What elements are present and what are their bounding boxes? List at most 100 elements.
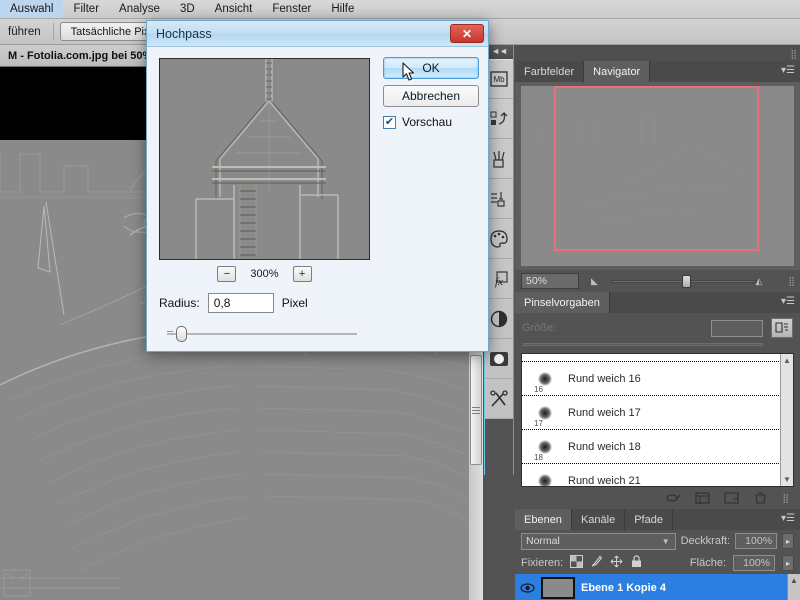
brush-list-item[interactable]: 17 Rund weich 17 bbox=[522, 396, 793, 430]
fill-field[interactable]: 100% bbox=[733, 555, 775, 571]
close-icon[interactable]: ✕ bbox=[450, 24, 484, 43]
brush-list-item[interactable]: 21 Rund weich 21 bbox=[522, 464, 793, 486]
run-action-label[interactable]: führen bbox=[2, 26, 47, 38]
brush-list-partial-row bbox=[522, 354, 793, 362]
dialog-body: − 300% + Radius: 0,8 Pixel OK Abbrechen … bbox=[147, 47, 488, 353]
brush-size-number: 17 bbox=[534, 419, 543, 428]
radius-slider[interactable] bbox=[159, 325, 359, 343]
brush-list-item[interactable]: 18 Rund weich 18 bbox=[522, 430, 793, 464]
brushes-resize-grip[interactable]: ⣿ bbox=[782, 493, 789, 504]
menu-item-filter[interactable]: Filter bbox=[63, 0, 109, 18]
lock-position-icon[interactable] bbox=[610, 555, 623, 571]
layers-scrollbar[interactable]: ▲ bbox=[787, 574, 800, 600]
new-brush-icon[interactable] bbox=[724, 491, 739, 505]
brushes-panel-body: Größe: 16 Rund weich 16 17 Rund weich 17 bbox=[515, 313, 800, 509]
dock-item-masks[interactable] bbox=[485, 339, 513, 379]
dock-item-tools[interactable] bbox=[485, 379, 513, 419]
dock-item-brush[interactable] bbox=[485, 139, 513, 179]
opacity-field[interactable]: 100% bbox=[735, 533, 778, 549]
navigator-view-box[interactable] bbox=[554, 86, 759, 251]
open-preset-manager-icon[interactable] bbox=[695, 491, 710, 505]
cancel-button[interactable]: Abbrechen bbox=[383, 85, 479, 107]
brush-size-label: Größe: bbox=[522, 322, 557, 334]
clone-source-icon bbox=[488, 188, 510, 210]
layer-visibility-eye-icon[interactable] bbox=[519, 580, 535, 596]
brush-flip-icon[interactable] bbox=[771, 318, 793, 338]
brush-size-slider[interactable] bbox=[515, 343, 800, 353]
document-tab[interactable]: M - Fotolia.com.jpg bei 50% bbox=[0, 45, 162, 67]
brush-list-item[interactable]: 16 Rund weich 16 bbox=[522, 362, 793, 396]
lock-image-icon[interactable] bbox=[590, 555, 603, 571]
scroll-down-arrow-icon[interactable]: ▼ bbox=[783, 475, 791, 484]
layer-thumbnail[interactable] bbox=[541, 576, 575, 599]
tab-pinselvorgaben[interactable]: Pinselvorgaben bbox=[515, 292, 610, 313]
menu-item-ansicht[interactable]: Ansicht bbox=[205, 0, 263, 18]
scroll-up-arrow-icon[interactable]: ▲ bbox=[783, 356, 791, 365]
tabstrip-filler bbox=[650, 61, 800, 82]
menu-item-auswahl[interactable]: Auswahl bbox=[0, 0, 64, 18]
layers-lock-row: Fixieren: Fläche: 100% ▸ bbox=[515, 552, 800, 574]
zoom-slider-knob[interactable] bbox=[681, 274, 691, 288]
dock-item-styles[interactable]: fx bbox=[485, 259, 513, 299]
dialog-preview[interactable] bbox=[159, 58, 370, 260]
navigator-zoom-slider[interactable]: ◣ ◭ bbox=[585, 273, 782, 289]
navigator-resize-grip[interactable]: ⣿ bbox=[788, 276, 795, 287]
navigator-footer: 50% ◣ ◭ ⣿ bbox=[515, 270, 800, 292]
menu-item-hilfe[interactable]: Hilfe bbox=[321, 0, 364, 18]
layer-row[interactable]: Ebene 1 Kopie 4 ▲ bbox=[515, 574, 800, 600]
brush-size-number: 18 bbox=[534, 453, 543, 462]
menu-item-fenster[interactable]: Fenster bbox=[262, 0, 321, 18]
dock-item-history[interactable] bbox=[485, 99, 513, 139]
fill-stepper[interactable]: ▸ bbox=[782, 555, 794, 571]
radius-input[interactable]: 0,8 bbox=[207, 293, 274, 313]
brush-icon bbox=[488, 148, 510, 170]
preview-checkbox-row[interactable]: ✔ Vorschau bbox=[383, 115, 452, 129]
collapse-panels-button[interactable]: ◄◄ bbox=[485, 45, 513, 59]
panel-dock-header: ⣿ bbox=[515, 45, 800, 61]
dock-item-adjustments[interactable] bbox=[485, 299, 513, 339]
brush-size-number: 16 bbox=[534, 385, 543, 394]
preview-checkbox[interactable]: ✔ bbox=[383, 115, 396, 129]
preview-zoom-row: − 300% + bbox=[159, 265, 370, 283]
layers-panel-body: Normal ▼ Deckkraft: 100% ▸ Fixieren: Flä… bbox=[515, 530, 800, 600]
navigator-zoom-field[interactable]: 50% bbox=[521, 273, 579, 289]
brush-list-scrollbar[interactable]: ▲ ▼ bbox=[780, 354, 793, 486]
hochpass-dialog[interactable]: Hochpass ✕ − 300% + Radius: 0,8 Pixel OK… bbox=[146, 20, 489, 352]
blend-mode-select[interactable]: Normal ▼ bbox=[521, 532, 676, 550]
dock-item-mini-bridge[interactable]: Mb bbox=[485, 59, 513, 99]
tab-kanaele[interactable]: Kanäle bbox=[571, 509, 626, 530]
dialog-title-bar[interactable]: Hochpass ✕ bbox=[147, 21, 488, 47]
right-panel-column: ⣿ Farbfelder Navigator ▾☰ 50% ◣ ◭ ⣿ Pins… bbox=[515, 45, 800, 600]
brushes-panel-menu-icon[interactable]: ▾☰ bbox=[781, 297, 795, 307]
menu-item-analyse[interactable]: Analyse bbox=[109, 0, 170, 18]
zoom-in-button[interactable]: + bbox=[292, 266, 312, 282]
opacity-stepper[interactable]: ▸ bbox=[782, 533, 794, 549]
layers-panel-menu-icon[interactable]: ▾☰ bbox=[781, 514, 795, 524]
toggle-brush-icon[interactable] bbox=[666, 491, 681, 505]
brush-size-field[interactable] bbox=[711, 319, 763, 337]
navigator-view[interactable] bbox=[515, 82, 800, 270]
navigator-panel-menu-icon[interactable]: ▾☰ bbox=[781, 66, 795, 76]
ok-button[interactable]: OK bbox=[383, 57, 479, 79]
fill-label: Fläche: bbox=[689, 557, 726, 569]
zoom-out-icon[interactable]: ◣ bbox=[591, 276, 598, 287]
tab-navigator[interactable]: Navigator bbox=[584, 61, 651, 82]
tab-ebenen[interactable]: Ebenen bbox=[515, 509, 572, 530]
layers-scroll-up-arrow-icon[interactable]: ▲ bbox=[790, 576, 798, 585]
tab-farbfelder[interactable]: Farbfelder bbox=[515, 61, 585, 82]
brush-preset-list[interactable]: 16 Rund weich 16 17 Rund weich 17 18 Run… bbox=[521, 353, 794, 487]
radius-slider-tick bbox=[167, 331, 173, 332]
radius-slider-knob[interactable] bbox=[176, 326, 187, 342]
zoom-in-icon[interactable]: ◭ bbox=[755, 276, 762, 287]
tab-pfade[interactable]: Pfade bbox=[625, 509, 673, 530]
lock-all-icon[interactable] bbox=[630, 555, 643, 571]
delete-brush-icon[interactable] bbox=[753, 491, 768, 505]
lock-transparency-icon[interactable] bbox=[570, 555, 584, 571]
brush-thumbnail-icon bbox=[538, 371, 552, 386]
dock-item-clone-source[interactable] bbox=[485, 179, 513, 219]
dock-item-color[interactable] bbox=[485, 219, 513, 259]
history-icon bbox=[488, 108, 510, 130]
panel-drag-grip[interactable]: ⣿ bbox=[790, 49, 797, 60]
menu-item-3d[interactable]: 3D bbox=[170, 0, 205, 18]
zoom-out-button[interactable]: − bbox=[217, 266, 237, 282]
